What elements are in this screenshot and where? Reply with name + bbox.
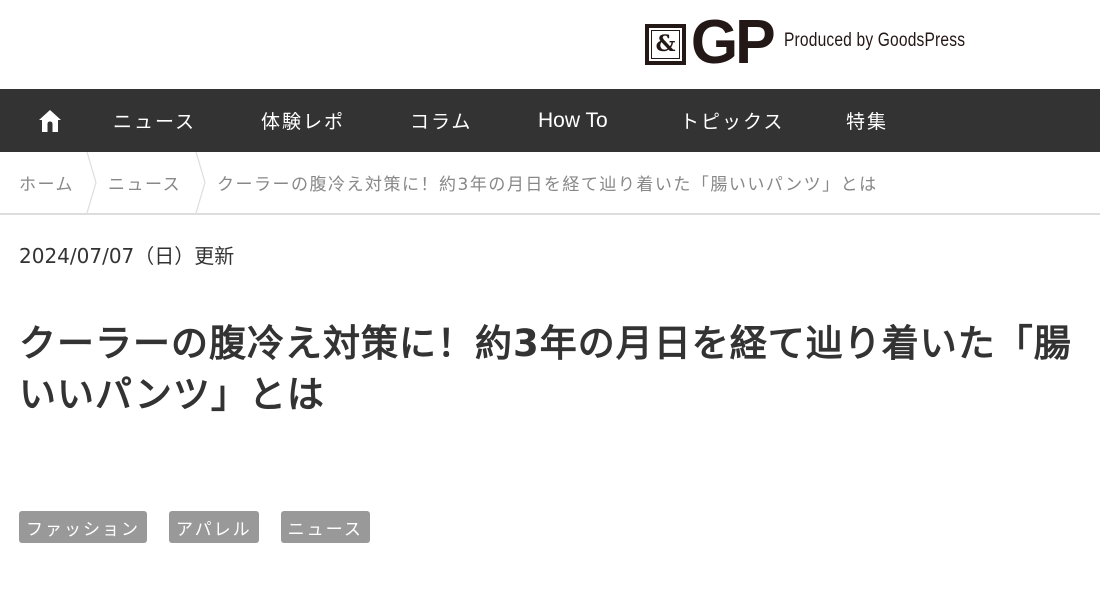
home-icon [39, 110, 61, 132]
site-header: & GP Produced by GoodsPress [0, 0, 1100, 89]
article-tags: ファッション アパレル ニュース [19, 511, 370, 543]
nav-item-news[interactable]: ニュース [113, 89, 196, 152]
article-title: クーラーの腹冷え対策に！約3年の月日を経て辿り着いた「腸いいパンツ」とは [19, 322, 1072, 416]
main-navigation: ニュース 体験レポ コラム How To トピックス 特集 [0, 89, 1100, 152]
nav-item-experience-report[interactable]: 体験レポ [261, 89, 345, 152]
logo-tagline: Produced by GoodsPress [783, 30, 965, 51]
breadcrumb-home[interactable]: ホーム [19, 152, 74, 213]
site-logo[interactable]: & GP Produced by GoodsPress [645, 8, 1005, 77]
tag-fashion[interactable]: ファッション [19, 511, 147, 543]
breadcrumb-news[interactable]: ニュース [108, 152, 181, 213]
nav-item-topics[interactable]: トピックス [680, 89, 784, 152]
breadcrumb-separator-icon [86, 152, 97, 213]
breadcrumb: ホーム ニュース クーラーの腹冷え対策に！約3年の月日を経て辿り着いた「腸いいパ… [0, 152, 1100, 215]
article-updated-date: 2024/07/07（日）更新 [19, 244, 235, 268]
nav-item-how-to[interactable]: How To [538, 89, 608, 152]
tag-apparel[interactable]: アパレル [169, 511, 259, 543]
breadcrumb-current-article: クーラーの腹冷え対策に！約3年の月日を経て辿り着いた「腸いいパンツ」とは [217, 175, 878, 195]
nav-home-button[interactable] [37, 109, 63, 133]
logo-ampersand-mark: & [645, 23, 686, 65]
logo-wordmark: GP [690, 8, 776, 77]
breadcrumb-separator-icon [195, 152, 206, 213]
nav-item-column[interactable]: コラム [410, 89, 472, 152]
tag-news[interactable]: ニュース [280, 511, 370, 543]
nav-item-features[interactable]: 特集 [846, 89, 888, 152]
